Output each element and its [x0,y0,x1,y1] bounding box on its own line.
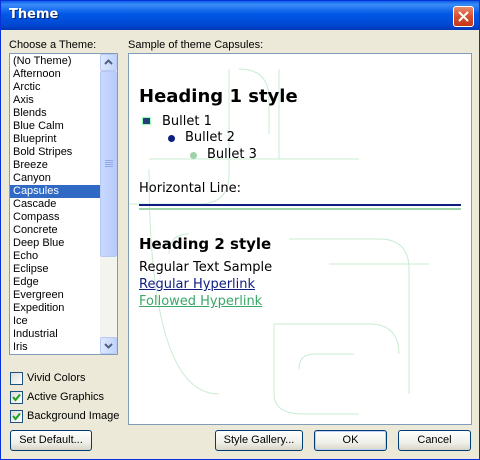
list-item[interactable]: (No Theme) [10,55,101,68]
bullet3-icon [190,152,197,159]
theme-list[interactable]: (No Theme) Afternoon Arctic Axis Blends Blue … [9,53,118,355]
list-item[interactable]: Cascade [10,198,101,211]
heading2-sample: Heading 2 style [139,235,272,253]
bullet1-icon [142,117,151,125]
vivid-colors-label: Vivid Colors [27,372,86,384]
active-graphics-label: Active Graphics [27,391,105,403]
list-item[interactable]: Arctic [10,81,101,94]
sample-label: Sample of theme Capsules: [128,39,264,51]
set-default-button[interactable]: Set Default... [10,430,92,451]
checkmark-icon [12,393,21,402]
bullet1-sample: Bullet 1 [162,114,212,129]
ok-button[interactable]: OK [314,430,387,451]
theme-list-items: (No Theme) Afternoon Arctic Axis Blends Blue … [10,55,101,354]
theme-sample-preview: Heading 1 style Bullet 1 Bullet 2 Bullet… [128,53,472,425]
list-item[interactable]: Expedition [10,302,101,315]
list-item[interactable]: Iris [10,341,101,354]
list-item[interactable]: Blueprint [10,133,101,146]
scroll-thumb[interactable] [100,71,117,257]
style-gallery-button[interactable]: Style Gallery... [215,430,303,451]
bullet2-sample: Bullet 2 [185,130,235,145]
list-item[interactable]: Industrial [10,328,101,341]
list-item[interactable]: Blue Calm [10,120,101,133]
background-image-label: Background Image [27,410,120,422]
list-item[interactable]: Blends [10,107,101,120]
list-item[interactable]: Capsules [10,185,101,198]
list-item[interactable]: Afternoon [10,68,101,81]
list-item[interactable]: Eclipse [10,263,101,276]
list-item[interactable]: Ice [10,315,101,328]
bullet3-sample: Bullet 3 [207,147,257,162]
list-item[interactable]: Evergreen [10,289,101,302]
list-item[interactable]: Compass [10,211,101,224]
vivid-colors-box[interactable] [10,372,23,385]
list-item[interactable]: Echo [10,250,101,263]
background-image-box[interactable] [10,410,23,423]
chevron-up-icon [104,59,113,65]
title-bar[interactable]: Theme [1,1,479,30]
active-graphics-box[interactable] [10,391,23,404]
close-button[interactable] [453,6,474,27]
list-item[interactable]: Breeze [10,159,101,172]
bullet2-icon [168,135,175,142]
list-item[interactable]: Axis [10,94,101,107]
regular-text-sample: Regular Text Sample [139,260,273,275]
heading1-sample: Heading 1 style [139,86,298,107]
scroll-up-button[interactable] [100,54,117,71]
window-title: Theme [9,7,59,22]
list-item[interactable]: Canyon [10,172,101,185]
theme-dialog: Theme Choose a Theme: Sample of theme Ca… [0,0,480,460]
list-item[interactable]: Bold Stripes [10,146,101,159]
scroll-down-button[interactable] [100,337,117,354]
list-item[interactable]: Concrete [10,224,101,237]
horizontal-line [139,204,461,206]
regular-hyperlink-sample: Regular Hyperlink [139,277,256,292]
checkmark-icon [12,412,21,421]
followed-hyperlink-sample: Followed Hyperlink [139,294,263,309]
cancel-button[interactable]: Cancel [398,430,471,451]
list-item[interactable]: Deep Blue [10,237,101,250]
choose-theme-label: Choose a Theme: [9,39,97,51]
horizontal-line-accent [139,208,461,210]
list-item[interactable]: Edge [10,276,101,289]
theme-list-scrollbar[interactable] [100,54,117,354]
chevron-down-icon [104,343,113,349]
horizontal-line-label: Horizontal Line: [139,181,241,196]
close-icon [458,11,469,22]
